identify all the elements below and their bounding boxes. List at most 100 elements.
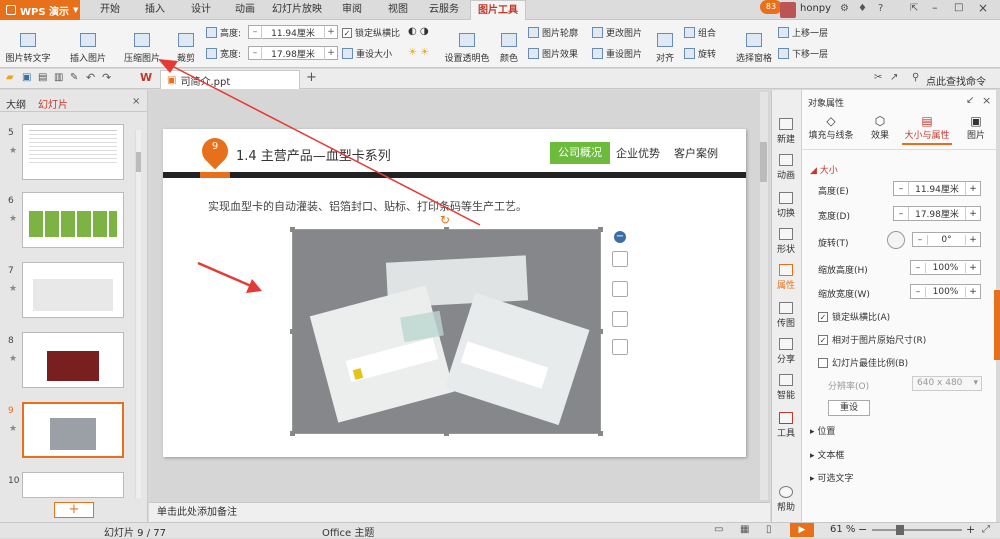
section-alt-text-toggle[interactable]: ▸ 可选文字	[810, 471, 853, 484]
width-input[interactable]: –17.98厘米 +	[893, 206, 981, 221]
side-tab-tools[interactable]: 工具	[771, 412, 801, 439]
tab-size-props[interactable]: ▤ 大小与属性	[902, 114, 952, 145]
frame-icon[interactable]	[612, 339, 628, 355]
zoom-level[interactable]: 61 %	[830, 524, 855, 535]
command-search[interactable]: 点此查找命令	[926, 73, 986, 88]
zoom-in-icon[interactable]	[612, 281, 628, 297]
scale-width-decrease[interactable]: –	[911, 287, 925, 297]
height-value[interactable]: 11.94厘米	[908, 182, 966, 195]
close-panel-icon[interactable]: ×	[132, 96, 140, 107]
reset-picture-button[interactable]: 重设图片	[592, 47, 642, 60]
notes-area[interactable]: 单击此处添加备注	[149, 502, 770, 522]
picture-effects-button[interactable]: 图片效果	[528, 47, 578, 60]
user-name[interactable]: honpy	[800, 3, 831, 14]
image-to-text-button[interactable]: 图片转文字	[4, 24, 52, 64]
height-spinner[interactable]: –11.94厘米 +	[248, 25, 338, 39]
side-tab-animation[interactable]: 动画	[771, 154, 801, 181]
tab-fill-line[interactable]: ◇ 填充与线条	[808, 114, 854, 141]
side-tab-help[interactable]: 帮助	[771, 486, 801, 513]
picture-outline-button[interactable]: 图片轮廓	[528, 26, 578, 39]
resize-handle[interactable]	[598, 329, 603, 334]
print-icon[interactable]: ▤	[38, 72, 47, 83]
play-slideshow-icon[interactable]: ▶	[790, 523, 814, 537]
zoom-in-icon[interactable]: +	[966, 523, 975, 536]
close-panel-icon[interactable]: ×	[982, 94, 991, 107]
relative-original-checkbox[interactable]: ✓ 相对于图片原始尺寸(R)	[818, 333, 926, 346]
minimize-icon[interactable]: –	[932, 1, 938, 14]
zoom-slider-thumb[interactable]	[896, 525, 904, 535]
notification-badge[interactable]: 83	[760, 0, 782, 14]
tools-icon[interactable]: ✂	[874, 72, 882, 83]
tab-view[interactable]: 视图	[383, 0, 413, 20]
slide-thumbnail-5[interactable]	[22, 124, 124, 180]
resize-handle[interactable]	[598, 431, 603, 436]
side-tab-transition[interactable]: 切换	[771, 192, 801, 219]
tab-effects[interactable]: ⬡ 效果	[868, 114, 892, 141]
zoom-slider[interactable]	[872, 529, 962, 531]
normal-view-icon[interactable]: ▭	[714, 524, 723, 535]
side-tab-upload[interactable]: 传图	[771, 302, 801, 329]
nav-cases[interactable]: 客户案例	[674, 145, 718, 161]
scale-height-increase[interactable]: +	[966, 263, 980, 273]
width-decrease[interactable]: –	[894, 209, 908, 219]
resolution-select[interactable]: 640 x 480 ▾	[912, 376, 982, 391]
tab-picture-tools[interactable]: 图片工具	[470, 0, 526, 20]
tab-home[interactable]: 开始	[96, 0, 124, 20]
tab-slideshow[interactable]: 幻灯片放映	[268, 0, 326, 20]
print-preview-icon[interactable]: ▥	[54, 72, 63, 83]
shirt-icon[interactable]: ♦	[858, 3, 867, 14]
align-button[interactable]: 对齐	[652, 24, 678, 64]
resize-handle[interactable]	[598, 227, 603, 232]
height-decrease[interactable]: –	[894, 184, 908, 194]
resize-handle[interactable]	[290, 329, 295, 334]
slide-thumbnail-6[interactable]	[22, 192, 124, 248]
fit-window-icon[interactable]: ⤢	[982, 524, 990, 535]
tab-insert[interactable]: 插入	[140, 0, 170, 20]
reading-view-icon[interactable]: ▯	[766, 524, 772, 535]
slide-thumbnail-10[interactable]	[22, 472, 124, 498]
height-increase[interactable]: +	[966, 184, 980, 194]
rotation-dial[interactable]	[887, 231, 905, 249]
redo-icon[interactable]: ↷	[102, 71, 111, 84]
section-size-toggle[interactable]: ◢ 大小	[810, 163, 838, 176]
scale-width-value[interactable]: 100%	[925, 286, 966, 297]
send-backward-button[interactable]: 下移一层	[778, 47, 828, 60]
width-increase[interactable]: +	[966, 209, 980, 219]
nav-company-overview[interactable]: 公司概况	[550, 142, 610, 164]
group-button[interactable]: 组合	[684, 26, 716, 39]
height-increase[interactable]: +	[325, 27, 337, 37]
shortcut-icon[interactable]: ↗	[890, 72, 898, 83]
undo-icon[interactable]: ↶	[86, 71, 95, 84]
panel-edge-handle[interactable]	[994, 290, 1000, 360]
save-icon[interactable]: ▣	[22, 72, 31, 83]
restore-ribbon-icon[interactable]: ⇱	[910, 3, 918, 14]
tab-slides[interactable]: 幻灯片	[38, 96, 68, 111]
close-icon[interactable]: ×	[978, 1, 988, 15]
avatar[interactable]	[780, 2, 796, 18]
help-icon[interactable]: ?	[878, 3, 883, 14]
thumb-scrollbar[interactable]	[135, 130, 141, 498]
open-file-icon[interactable]: ▰	[6, 72, 14, 83]
section-textbox-toggle[interactable]: ▸ 文本框	[810, 448, 844, 461]
reset-button[interactable]: 重设	[828, 400, 870, 416]
crop-tool-icon[interactable]	[612, 311, 628, 327]
tab-outline[interactable]: 大纲	[6, 96, 26, 111]
tab-design[interactable]: 设计	[186, 0, 216, 20]
skin-icon[interactable]: ⚙	[840, 3, 849, 14]
scale-width-increase[interactable]: +	[966, 287, 980, 297]
side-tab-share[interactable]: 分享	[771, 338, 801, 365]
scale-height-value[interactable]: 100%	[925, 262, 966, 273]
nav-advantages[interactable]: 企业优势	[616, 145, 660, 161]
rotate-button[interactable]: 旋转	[684, 47, 716, 60]
pin-icon[interactable]: ↙	[966, 95, 974, 106]
maximize-icon[interactable]: □	[954, 2, 963, 13]
slide-thumbnail-7[interactable]	[22, 262, 124, 318]
layers-icon[interactable]	[612, 251, 628, 267]
height-decrease[interactable]: –	[249, 27, 261, 37]
format-painter-icon[interactable]: ✎	[70, 72, 78, 83]
canvas-scrollbar[interactable]	[760, 92, 768, 500]
app-menu-button[interactable]: WPS 演示 ▼	[0, 0, 80, 20]
scale-width-input[interactable]: –100% +	[910, 284, 981, 299]
side-tab-shape[interactable]: 形状	[771, 228, 801, 255]
tab-review[interactable]: 审阅	[337, 0, 367, 20]
